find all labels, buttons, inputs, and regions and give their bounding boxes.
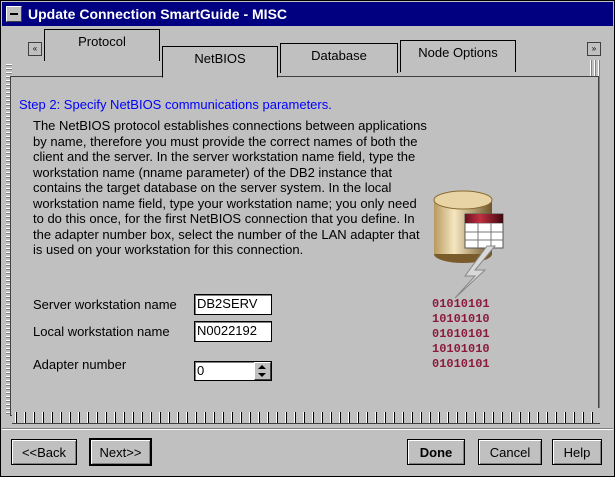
binary-row: 01010101: [432, 297, 490, 311]
server-workstation-label: Server workstation name: [33, 297, 177, 312]
local-workstation-input[interactable]: N0022192: [194, 321, 272, 342]
server-workstation-value: DB2SERV: [197, 296, 258, 311]
tab-netbios[interactable]: NetBIOS: [162, 46, 278, 78]
tab-node-options-label: Node Options: [418, 45, 498, 60]
next-button-label: Next>>: [99, 445, 142, 460]
local-workstation-label: Local workstation name: [33, 324, 170, 339]
tab-node-options[interactable]: Node Options: [400, 40, 516, 72]
done-button-label: Done: [419, 445, 453, 460]
system-menu-icon[interactable]: [6, 6, 22, 22]
tab-netbios-label: NetBIOS: [194, 51, 246, 66]
tab-protocol[interactable]: Protocol: [44, 29, 160, 61]
database-cylinder-icon: [433, 190, 504, 263]
help-button[interactable]: Help: [552, 439, 602, 465]
tab-protocol-label: Protocol: [78, 34, 126, 49]
tab-scroll-right-icon[interactable]: »: [587, 42, 601, 56]
help-button-label: Help: [563, 445, 591, 460]
tab-database-label: Database: [311, 48, 367, 63]
server-workstation-input[interactable]: DB2SERV: [194, 294, 272, 315]
spin-arrows-icon: [258, 365, 266, 377]
step-heading: Step 2: Specify NetBIOS communications p…: [19, 97, 332, 112]
binary-row: 10101010: [432, 312, 490, 326]
binary-data-graphic: 01010101 10101010 01010101 10101010 0101…: [432, 297, 532, 372]
binary-row: 01010101: [432, 357, 490, 371]
adapter-number-value: 0: [197, 363, 205, 378]
back-button[interactable]: <<Back: [11, 439, 77, 465]
back-button-label: <<Back: [21, 445, 67, 460]
step-description: The NetBIOS protocol establishes connect…: [33, 118, 427, 257]
window-title: Update Connection SmartGuide - MISC: [28, 6, 288, 22]
binary-row: 01010101: [432, 327, 490, 341]
binary-row: 10101010: [432, 342, 490, 356]
local-workstation-value: N0022192: [197, 323, 257, 338]
adapter-number-label: Adapter number: [33, 357, 127, 372]
page-stack-bottom: [12, 408, 600, 424]
adapter-spin-buttons[interactable]: [254, 362, 271, 380]
tab-database[interactable]: Database: [280, 43, 398, 73]
tab-scroll-left-icon[interactable]: «: [28, 42, 42, 56]
cancel-button-label: Cancel: [489, 445, 531, 460]
button-separator: [2, 428, 613, 430]
done-button[interactable]: Done: [407, 439, 465, 465]
title-bar[interactable]: Update Connection SmartGuide - MISC: [2, 2, 613, 26]
cancel-button[interactable]: Cancel: [478, 439, 542, 465]
next-button[interactable]: Next>>: [89, 438, 152, 466]
